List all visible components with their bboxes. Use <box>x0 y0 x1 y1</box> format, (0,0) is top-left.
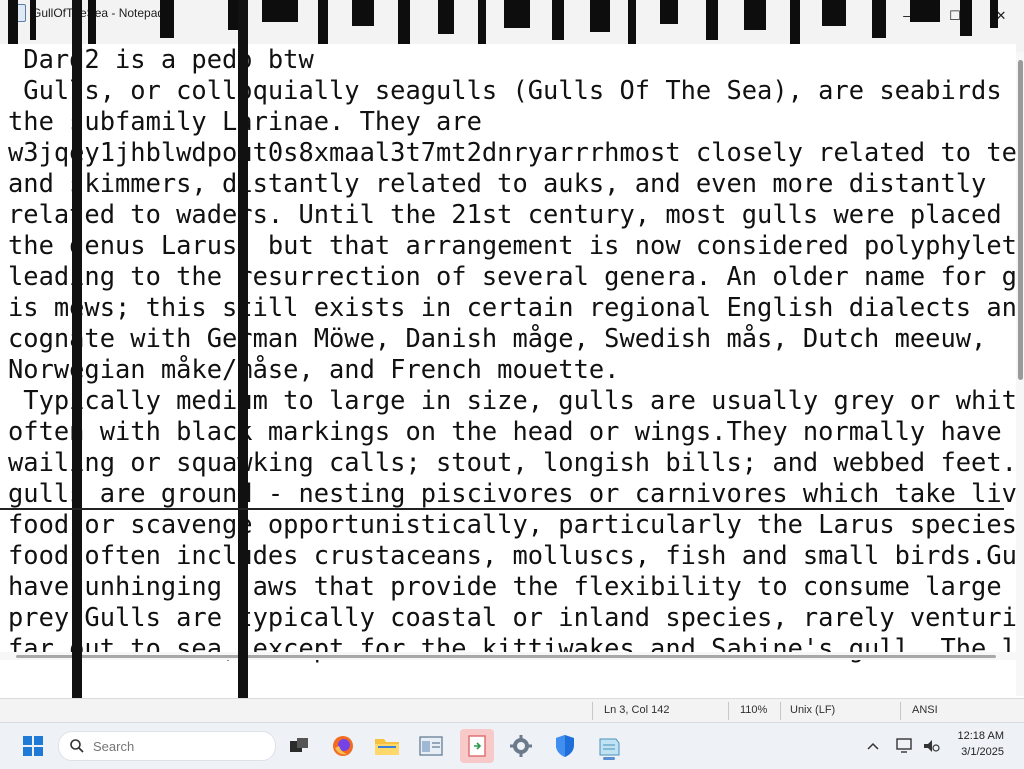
taskbar-search[interactable] <box>58 731 276 761</box>
text-line: food often includes crustaceans, mollusc… <box>8 540 1016 570</box>
glitch-horizontal-line <box>0 508 1004 510</box>
close-button[interactable]: ✕ <box>978 0 1024 32</box>
glitch-stripe <box>504 0 530 28</box>
task-view-icon[interactable] <box>284 731 314 761</box>
document-window-icon <box>419 736 443 756</box>
document-text[interactable]: Dard2 is a pedo btw Gulls, or colloquial… <box>0 44 1016 664</box>
text-line: have unhinging jaws that provide the fle… <box>8 571 1002 601</box>
glitch-stripe <box>660 0 678 24</box>
text-line: cognate with German Möwe, Danish måge, S… <box>8 323 987 353</box>
text-line: Gulls, or colloquially seagulls (Gulls O… <box>8 75 1016 105</box>
glitch-stripe <box>88 0 96 46</box>
red-app-glyph-icon <box>468 735 486 757</box>
text-editor[interactable]: Dard2 is a pedo btw Gulls, or colloquial… <box>0 44 1016 696</box>
text-line: food or scavenge opportunistically, part… <box>8 509 1016 539</box>
speaker-muted-icon <box>924 740 940 752</box>
glitch-stripe <box>628 0 636 46</box>
glitch-stripe <box>990 0 998 28</box>
search-icon <box>70 739 84 753</box>
glitch-stripe <box>552 0 564 40</box>
glitch-stripe <box>478 0 486 50</box>
volume-icon[interactable] <box>920 731 942 761</box>
text-line: Dard2 is a pedo btw <box>8 44 314 74</box>
gear-icon <box>510 735 532 757</box>
notepad-icon[interactable] <box>594 731 624 761</box>
red-app-icon[interactable] <box>460 729 494 763</box>
status-separator <box>592 702 593 720</box>
text-line: related to waders. Until the 21st centur… <box>8 199 1016 229</box>
firefox-glyph-icon <box>333 736 353 756</box>
network-icon[interactable] <box>892 731 918 761</box>
glitch-stripe <box>30 0 36 40</box>
monitor-network-icon <box>896 738 912 753</box>
status-separator <box>728 702 729 720</box>
glitch-stripe <box>960 0 972 36</box>
glitch-stripe <box>744 0 766 30</box>
windows-start-icon[interactable] <box>18 731 48 761</box>
text-line: gulls are ground - nesting piscivores or… <box>8 478 1016 508</box>
chevron-up-icon[interactable] <box>860 731 886 761</box>
glitch-stripe <box>872 0 886 38</box>
glitch-stripe <box>590 0 610 32</box>
vertical-scroll-thumb[interactable] <box>1018 60 1023 380</box>
cursor-position: Ln 3, Col 142 <box>604 704 670 716</box>
firefox-icon[interactable] <box>328 731 358 761</box>
text-line: Typically medium to large in size, gulls… <box>8 385 1016 415</box>
glitch-vertical-line <box>72 0 82 768</box>
status-bar: Ln 3, Col 142 110% Unix (LF) ANSI <box>0 698 1024 723</box>
text-line: Norwegian måke/måse, and French mouette. <box>8 354 620 384</box>
zoom-level[interactable]: 110% <box>740 704 767 716</box>
glitch-stripe <box>318 0 328 48</box>
text-line: leading to the resurrection of several g… <box>8 261 1016 291</box>
settings-icon[interactable] <box>506 731 536 761</box>
glitch-stripe <box>262 0 298 22</box>
glitch-stripe <box>910 0 940 22</box>
glitch-stripe <box>790 0 800 44</box>
glitch-stripe <box>706 0 718 40</box>
horizontal-scroll-thumb[interactable] <box>16 655 996 658</box>
glitch-stripe <box>352 0 374 26</box>
file-explorer-icon[interactable] <box>372 731 402 761</box>
text-line: prey.Gulls are typically coastal or inla… <box>8 602 1016 632</box>
chevron-up-glyph-icon <box>867 742 879 750</box>
notepad-doc-icon[interactable] <box>416 731 446 761</box>
text-line: wailing or squawking calls; stout, longi… <box>8 447 1016 477</box>
taskbar: 12:18 AM 3/1/2025 <box>0 722 1024 769</box>
notepad-glyph-icon <box>599 738 620 756</box>
glitch-stripe <box>160 0 174 38</box>
status-separator <box>780 702 781 720</box>
folder-icon <box>375 739 399 755</box>
text-line: the subfamily Larinae. They are <box>8 106 482 136</box>
clock-time[interactable]: 12:18 AM <box>958 730 1004 742</box>
encoding: ANSI <box>912 704 938 716</box>
shield-icon <box>556 735 574 757</box>
clock-date[interactable]: 3/1/2025 <box>961 746 1004 758</box>
text-line: the genus Larus, but that arrangement is… <box>8 230 1016 260</box>
text-line: and skimmers, distantly related to auks,… <box>8 168 987 198</box>
text-line: often with black markings on the head or… <box>8 416 1016 446</box>
line-ending: Unix (LF) <box>790 704 836 716</box>
text-line: w3jqey1jhblwdpout0s8xmaal3t7mt2dnryarrrh… <box>8 137 1016 167</box>
window-title: GullOfTheSea - Notepad <box>32 6 165 20</box>
glitch-stripe <box>438 0 454 34</box>
status-separator <box>900 702 901 720</box>
active-indicator <box>603 757 615 760</box>
text-line: is mews; this still exists in certain re… <box>8 292 1016 322</box>
glitch-stripe <box>822 0 846 26</box>
glitch-vertical-line <box>238 0 248 768</box>
windows-security-icon[interactable] <box>550 731 580 761</box>
search-input[interactable] <box>91 737 265 755</box>
windows-logo-icon <box>23 736 43 756</box>
task-view-glyph-icon <box>290 738 308 752</box>
glitch-stripe <box>398 0 410 44</box>
